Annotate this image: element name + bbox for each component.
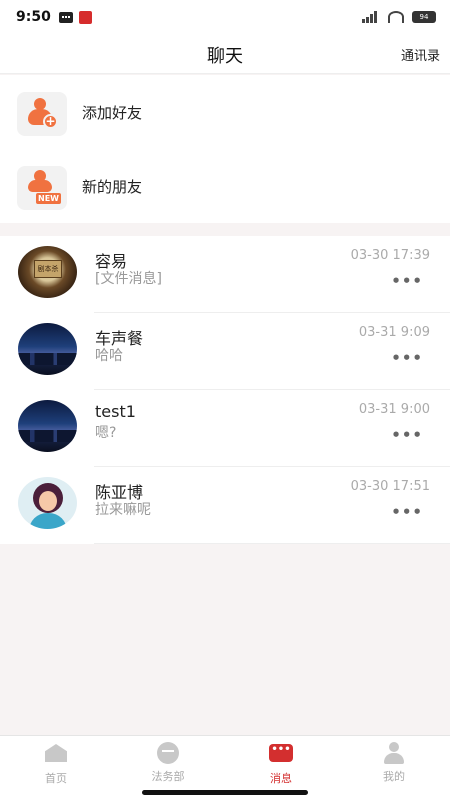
chat-preview: [文件消息]: [95, 271, 162, 287]
new-friend-label: 新的朋友: [82, 177, 143, 196]
status-bar: 9:50 94: [0, 0, 450, 34]
more-icon[interactable]: •••: [391, 349, 423, 367]
divider: [94, 543, 450, 544]
tab-label: 我的: [383, 770, 405, 783]
chat-item[interactable]: 剧本杀 容易 [文件消息] 03-30 17:39 •••: [0, 236, 450, 313]
chat-preview: 拉来嘛呢: [95, 502, 151, 518]
tab-home[interactable]: 首页: [16, 742, 96, 786]
legal-icon: [156, 742, 180, 764]
chat-item[interactable]: 车声餐 哈哈 03-31 9:09 •••: [0, 313, 450, 390]
tab-profile[interactable]: 我的: [354, 742, 434, 784]
profile-icon: [382, 742, 406, 764]
more-icon[interactable]: •••: [391, 272, 423, 290]
avatar-plaque: 剧本杀: [34, 260, 62, 278]
header: 聊天 通讯录: [0, 34, 450, 74]
chat-item[interactable]: test1 嗯? 03-31 9:00 •••: [0, 390, 450, 467]
chat-time: 03-30 17:39: [350, 248, 430, 263]
status-right-icons: 94: [362, 11, 436, 23]
city-night-avatar: [18, 400, 77, 452]
cartoon-woman-avatar: [18, 477, 77, 529]
quick-actions: + 添加好友 NEW 新的朋友: [0, 75, 450, 223]
more-icon[interactable]: •••: [391, 426, 423, 444]
status-time: 9:50: [16, 9, 51, 25]
tab-label: 消息: [270, 772, 292, 785]
battery-icon: 94: [412, 11, 436, 23]
contacts-link[interactable]: 通讯录: [401, 45, 440, 64]
tab-label: 法务部: [151, 770, 185, 783]
tab-messages[interactable]: ••• 消息: [241, 742, 321, 786]
chat-list: 剧本杀 容易 [文件消息] 03-30 17:39 ••• 车声餐 哈哈 03-…: [0, 236, 450, 544]
wifi-icon: [388, 11, 404, 23]
add-friend-icon: +: [17, 92, 67, 136]
signal-icon: [362, 11, 380, 23]
chat-time: 03-30 17:51: [350, 479, 430, 494]
new-friend-icon: NEW: [17, 166, 67, 210]
message-icon: •••: [269, 744, 293, 766]
city-night-avatar: [18, 323, 77, 375]
page-title: 聊天: [207, 46, 243, 67]
chat-time: 03-31 9:00: [358, 402, 430, 417]
tab-label: 首页: [45, 772, 67, 785]
app-notification-icon: [78, 10, 92, 24]
new-badge: NEW: [36, 193, 61, 204]
chat-time: 03-31 9:09: [358, 325, 430, 340]
vintage-photo-avatar: 剧本杀: [18, 246, 77, 298]
new-friend-item[interactable]: NEW 新的朋友: [0, 149, 450, 223]
tab-legal[interactable]: 法务部: [128, 742, 208, 784]
chat-preview: 嗯?: [95, 425, 117, 441]
chat-preview: 哈哈: [95, 348, 123, 364]
chat-name: test1: [95, 402, 136, 421]
chat-item[interactable]: 陈亚博 拉来嘛呢 03-30 17:51 •••: [0, 467, 450, 544]
home-icon: [44, 744, 68, 766]
more-icon[interactable]: •••: [391, 503, 423, 521]
add-friend-label: 添加好友: [82, 103, 143, 122]
home-indicator: [142, 790, 308, 795]
add-friend-item[interactable]: + 添加好友: [0, 75, 450, 149]
message-notification-icon: [58, 11, 73, 23]
